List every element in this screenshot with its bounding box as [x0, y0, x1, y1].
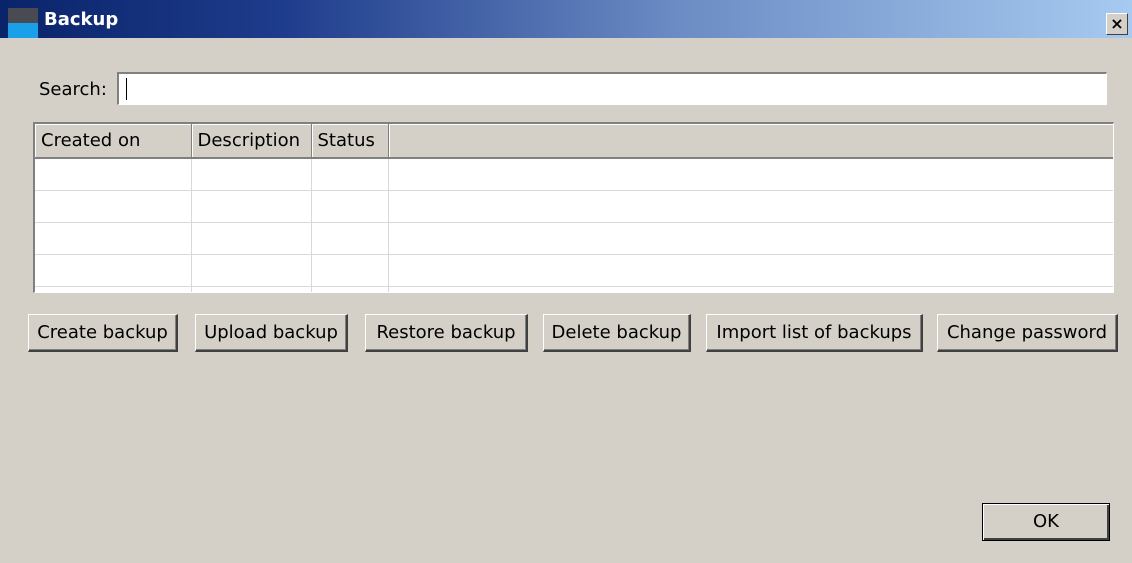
table-row[interactable] — [35, 158, 1113, 191]
restore-backup-button[interactable]: Restore backup — [365, 314, 528, 352]
upload-backup-button[interactable]: Upload backup — [195, 314, 348, 352]
table-row[interactable] — [35, 286, 1113, 292]
table-header-row: Created on Description Status — [35, 124, 1113, 159]
column-header-description[interactable]: Description — [191, 124, 312, 159]
import-list-of-backups-button[interactable]: Import list of backups — [706, 314, 923, 352]
ok-button[interactable]: OK — [982, 503, 1110, 541]
close-button[interactable]: × — [1106, 13, 1128, 35]
window-title: Backup — [44, 9, 119, 30]
title-bar[interactable]: Backup × — [0, 0, 1132, 38]
change-password-button[interactable]: Change password — [937, 314, 1118, 352]
column-header-filler — [388, 124, 1113, 159]
column-header-created-on[interactable]: Created on — [35, 124, 192, 159]
text-caret — [126, 78, 127, 100]
table-row[interactable] — [35, 222, 1113, 255]
create-backup-button[interactable]: Create backup — [28, 314, 178, 352]
search-label: Search: — [39, 79, 107, 100]
backups-table[interactable]: Created on Description Status — [33, 122, 1114, 293]
app-icon — [8, 8, 38, 38]
table-row[interactable] — [35, 254, 1113, 287]
backup-dialog: Backup × Search: Created on Description … — [0, 0, 1132, 563]
column-header-status[interactable]: Status — [311, 124, 389, 159]
delete-backup-button[interactable]: Delete backup — [543, 314, 691, 352]
table-row[interactable] — [35, 190, 1113, 223]
search-input[interactable] — [117, 72, 1107, 105]
